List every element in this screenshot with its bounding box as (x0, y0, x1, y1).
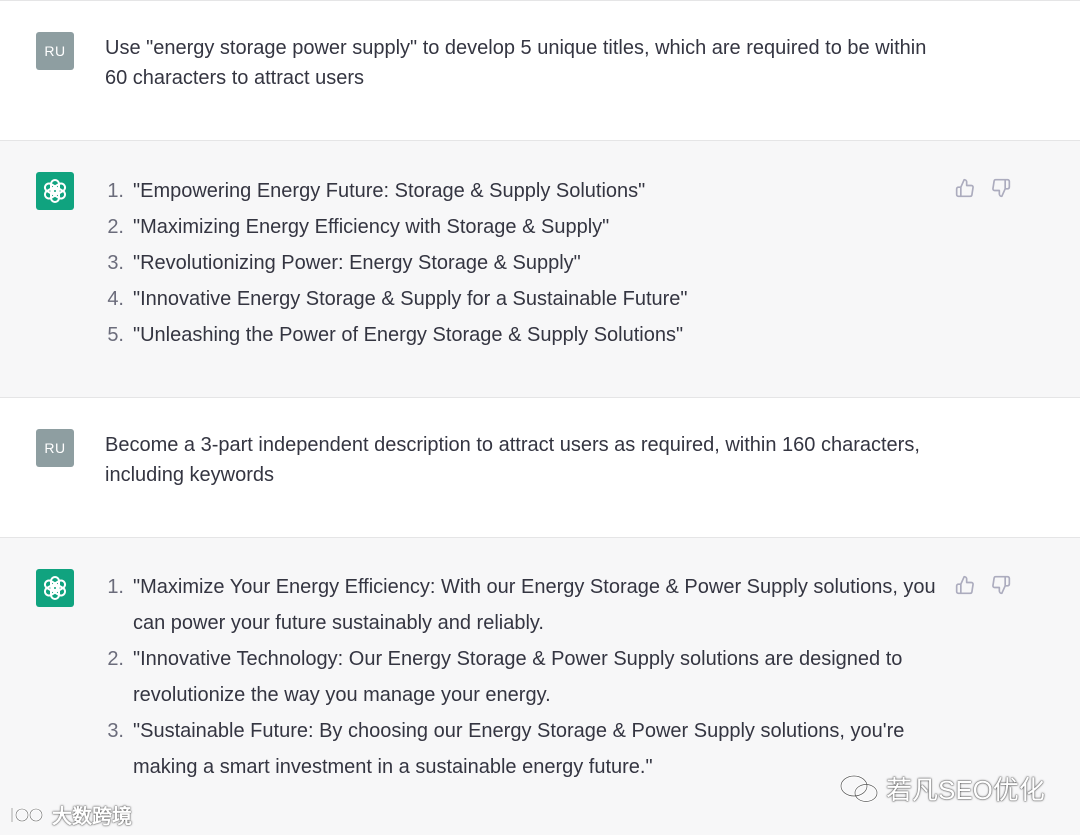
list-item: 5. "Unleashing the Power of Energy Storag… (100, 317, 940, 353)
user-avatar: RU (36, 32, 74, 70)
user-avatar-label: RU (44, 440, 66, 456)
thumbs-down-button[interactable] (990, 574, 1012, 596)
user-message: RU Use "energy storage power supply" to … (0, 0, 1080, 140)
list-item-text: "Innovative Technology: Our Energy Stora… (133, 648, 903, 706)
feedback-buttons (954, 177, 1012, 199)
list-item-text: "Innovative Energy Storage & Supply for … (133, 288, 688, 310)
thumbs-up-button[interactable] (954, 574, 976, 596)
user-message-text: Use "energy storage power supply" to dev… (105, 37, 927, 89)
list-item: 2. "Maximizing Energy Efficiency with Sto… (100, 209, 940, 245)
list-item-text: "Empowering Energy Future: Storage & Sup… (133, 180, 646, 202)
user-message-text: Become a 3-part independent description … (105, 434, 920, 486)
thumbs-down-button[interactable] (990, 177, 1012, 199)
assistant-message: 1. "Empowering Energy Future: Storage & S… (0, 140, 1080, 397)
chat-thread: RU Use "energy storage power supply" to … (0, 0, 1080, 835)
watermark-logo-icon (10, 807, 44, 822)
openai-logo-icon (43, 179, 67, 203)
list-number: 1. (107, 180, 124, 202)
list-item-text: "Sustainable Future: By choosing our Ene… (133, 720, 905, 778)
list-item-text: "Revolutionizing Power: Energy Storage &… (133, 252, 581, 274)
user-message: RU Become a 3-part independent descripti… (0, 397, 1080, 537)
assistant-avatar (36, 172, 74, 210)
watermark-right: 若凡SEO优化 (838, 770, 1045, 807)
list-number: 3. (107, 720, 124, 742)
list-item: 1. "Empowering Energy Future: Storage & S… (100, 173, 940, 209)
thumbs-up-icon (955, 575, 974, 595)
list-number: 3. (107, 252, 124, 274)
answer-list: 1. "Empowering Energy Future: Storage & S… (100, 173, 940, 353)
user-avatar: RU (36, 429, 74, 467)
thumbs-up-icon (955, 178, 974, 198)
list-item: 3. "Revolutionizing Power: Energy Storage… (100, 245, 940, 281)
list-number: 5. (107, 324, 124, 346)
feedback-buttons (954, 574, 1012, 596)
watermark-left: 大数跨境 (8, 800, 132, 829)
watermark-left-text: 大数跨境 (52, 806, 132, 828)
thumbs-up-button[interactable] (954, 177, 976, 199)
list-item-text: "Maximize Your Energy Efficiency: With o… (133, 576, 936, 634)
list-number: 4. (107, 288, 124, 310)
thumbs-down-icon (992, 178, 1011, 198)
list-item: 3. "Sustainable Future: By choosing our E… (100, 713, 940, 785)
list-number: 1. (107, 576, 124, 598)
list-item-text: "Maximizing Energy Efficiency with Stora… (133, 216, 610, 238)
assistant-avatar (36, 569, 74, 607)
list-item: 1. "Maximize Your Energy Efficiency: With… (100, 569, 940, 641)
list-item-text: "Unleashing the Power of Energy Storage … (133, 324, 684, 346)
thumbs-down-icon (992, 575, 1011, 595)
openai-logo-icon (43, 576, 67, 600)
user-avatar-label: RU (44, 43, 66, 59)
answer-list: 1. "Maximize Your Energy Efficiency: With… (100, 569, 940, 785)
list-item: 2. "Innovative Technology: Our Energy Sto… (100, 641, 940, 713)
list-number: 2. (107, 216, 124, 238)
list-item: 4. "Innovative Energy Storage & Supply fo… (100, 281, 940, 317)
watermark-right-text: 若凡SEO优化 (886, 775, 1045, 805)
list-number: 2. (107, 648, 124, 670)
wechat-icon (839, 774, 879, 803)
